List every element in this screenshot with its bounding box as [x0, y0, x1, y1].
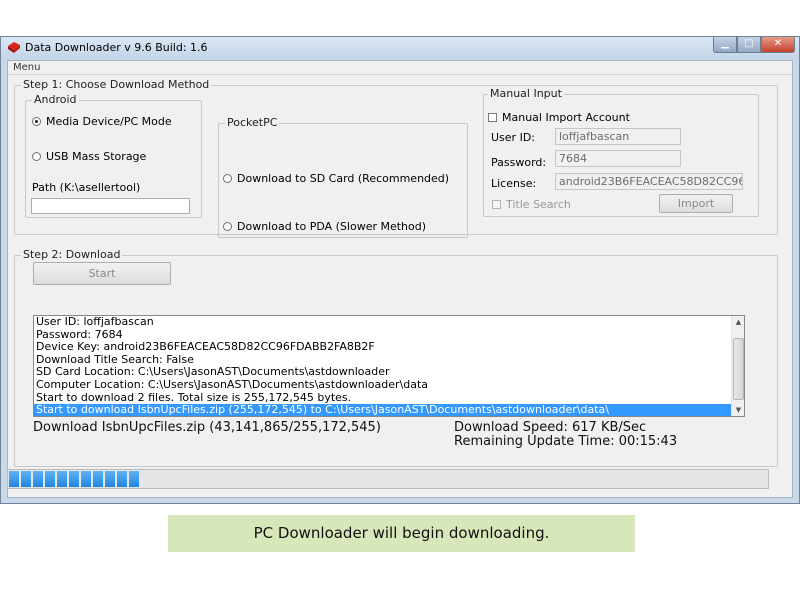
path-input[interactable]: [31, 198, 190, 214]
log-scrollbar[interactable]: ▲ ▼: [731, 316, 744, 416]
window-title: Data Downloader v 9.6 Build: 1.6: [25, 41, 208, 54]
log-line[interactable]: User ID: loffjafbascan: [34, 316, 744, 329]
manual-import-checkbox[interactable]: Manual Import Account: [488, 111, 630, 124]
license-input[interactable]: android23B6FEACEAC58D82CC96FDABB2FA8B2F: [555, 173, 743, 190]
maximize-button[interactable]: □: [737, 37, 761, 53]
scroll-up-icon[interactable]: ▲: [732, 316, 744, 328]
radio-usb-label: USB Mass Storage: [46, 150, 147, 163]
manual-input-title: Manual Input: [488, 87, 564, 100]
scroll-down-icon[interactable]: ▼: [732, 404, 744, 416]
radio-pda-label: Download to PDA (Slower Method): [237, 220, 427, 233]
manual-import-label: Manual Import Account: [502, 111, 630, 124]
android-group: Android Media Device/PC Mode USB Mass St…: [25, 93, 202, 218]
app-icon: [8, 42, 20, 53]
radio-sd-label: Download to SD Card (Recommended): [237, 172, 450, 185]
caption-text: PC Downloader will begin downloading.: [253, 524, 550, 542]
step1-group: Step 1: Choose Download Method Android M…: [14, 78, 778, 238]
title-bar[interactable]: Data Downloader v 9.6 Build: 1.6 ▁ □ ✕: [1, 37, 799, 59]
app-window: Data Downloader v 9.6 Build: 1.6 ▁ □ ✕ M…: [0, 36, 800, 504]
progress-segment: [93, 471, 103, 487]
checkbox-icon: [492, 200, 501, 209]
progress-segment: [105, 471, 115, 487]
log-lines: User ID: loffjafbascan Password: 7684 Devi…: [34, 316, 744, 416]
remaining-time: Remaining Update Time: 00:15:43: [454, 434, 678, 449]
path-label: Path (K:\asellertool): [32, 181, 141, 194]
userid-label: User ID:: [491, 131, 535, 144]
progress-segment: [69, 471, 79, 487]
manual-input-group: Manual Input Manual Import Account User …: [483, 87, 759, 217]
radio-pda[interactable]: Download to PDA (Slower Method): [223, 220, 426, 233]
title-search-label: Title Search: [506, 198, 571, 211]
step2-title: Step 2: Download: [21, 248, 123, 261]
progress-segment: [129, 471, 139, 487]
radio-usb-storage[interactable]: USB Mass Storage: [32, 150, 146, 163]
radio-media-device[interactable]: Media Device/PC Mode: [32, 115, 172, 128]
userid-input[interactable]: loffjafbascan: [555, 128, 681, 145]
radio-icon: [223, 222, 232, 231]
caption-box: PC Downloader will begin downloading.: [168, 515, 635, 552]
import-button[interactable]: Import: [659, 194, 733, 213]
menu-bar: Menu: [8, 61, 792, 75]
pocketpc-title: PocketPC: [225, 116, 280, 129]
progress-segment: [21, 471, 31, 487]
progress-segment: [57, 471, 67, 487]
step1-title: Step 1: Choose Download Method: [21, 78, 212, 91]
radio-media-label: Media Device/PC Mode: [46, 115, 172, 128]
radio-icon: [223, 174, 232, 183]
log-line[interactable]: Start to download IsbnUpcFiles.zip (255,…: [34, 404, 731, 416]
scroll-thumb[interactable]: [733, 338, 744, 400]
android-title: Android: [32, 93, 79, 106]
progress-segment: [9, 471, 19, 487]
client-area: Menu Step 1: Choose Download Method Andr…: [7, 60, 793, 498]
file-download-status: Download IsbnUpcFiles.zip (43,141,865/25…: [33, 420, 381, 435]
menu-item[interactable]: Menu: [13, 62, 40, 73]
progress-fill: [9, 471, 139, 487]
close-button[interactable]: ✕: [761, 37, 795, 53]
title-search-checkbox[interactable]: Title Search: [492, 198, 571, 211]
password-label: Password:: [491, 156, 547, 169]
progress-segment: [81, 471, 91, 487]
license-label: License:: [491, 177, 537, 190]
log-line[interactable]: Computer Location: C:\Users\JasonAST\Doc…: [34, 378, 744, 392]
download-progress-bar: [7, 469, 769, 489]
radio-sd-card[interactable]: Download to SD Card (Recommended): [223, 172, 449, 185]
progress-segment: [45, 471, 55, 487]
radio-icon: [32, 152, 41, 161]
log-line[interactable]: Device Key: android23B6FEACEAC58D82CC96F…: [34, 341, 744, 354]
start-button[interactable]: Start: [33, 262, 171, 285]
password-input[interactable]: 7684: [555, 150, 681, 167]
progress-segment: [117, 471, 127, 487]
radio-selected-icon: [32, 117, 41, 126]
download-log[interactable]: User ID: loffjafbascan Password: 7684 Devi…: [33, 315, 745, 417]
progress-segment: [33, 471, 43, 487]
download-speed: Download Speed: 617 KB/Sec: [454, 420, 647, 435]
minimize-button[interactable]: ▁: [713, 37, 737, 53]
checkbox-icon: [488, 113, 497, 122]
